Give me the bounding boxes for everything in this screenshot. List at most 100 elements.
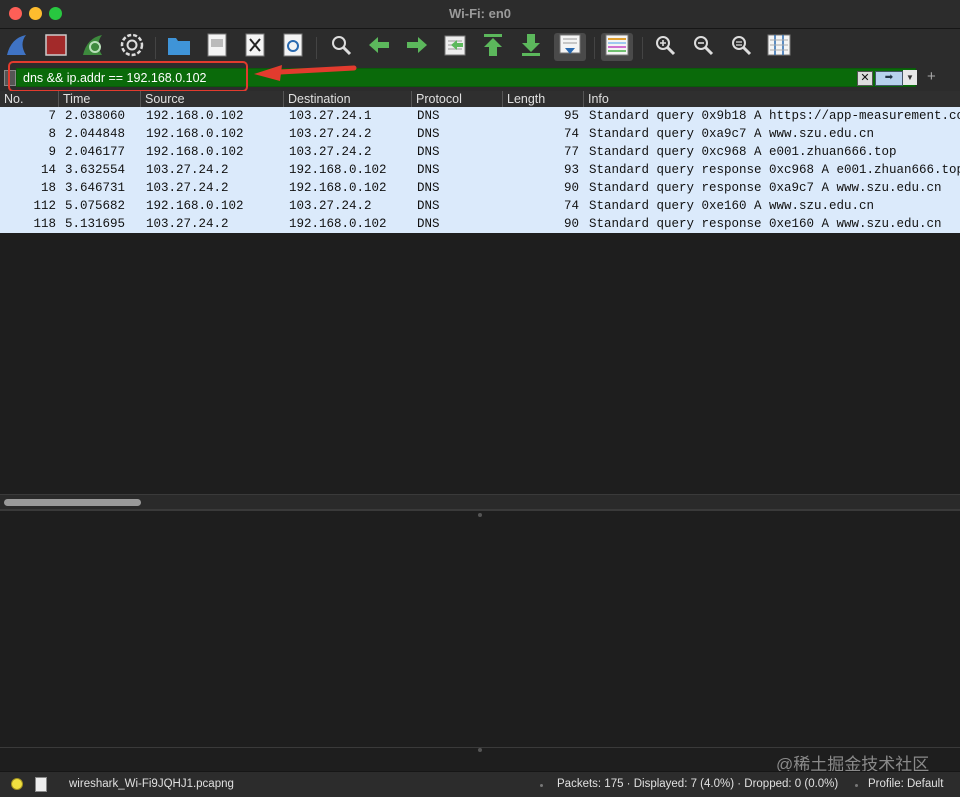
column-header-no[interactable]: No. xyxy=(0,91,59,107)
last-packet-icon xyxy=(520,33,542,62)
normal-size-button[interactable] xyxy=(727,33,755,61)
restart-capture-button[interactable] xyxy=(80,33,108,61)
packet-row[interactable]: 7 2.038060 192.168.0.102 103.27.24.1 DNS… xyxy=(0,107,960,125)
expert-info-led-icon[interactable] xyxy=(11,778,23,790)
title-bar: Wi-Fi: en0 xyxy=(0,0,960,29)
capture-comment-icon[interactable] xyxy=(35,777,47,792)
packet-no: 8 xyxy=(48,127,56,141)
shark-fin-icon xyxy=(5,32,31,63)
magnifier-icon xyxy=(330,34,352,61)
packet-list[interactable]: 7 2.038060 192.168.0.102 103.27.24.1 DNS… xyxy=(0,107,960,494)
packet-time: 3.646731 xyxy=(65,181,126,195)
packet-destination: 192.168.0.102 xyxy=(289,181,387,195)
status-separator xyxy=(540,784,543,787)
resize-columns-icon xyxy=(767,34,791,61)
resize-columns-button[interactable] xyxy=(765,33,793,61)
arrow-right-icon xyxy=(405,35,429,60)
toolbar-separator xyxy=(155,37,156,59)
packet-no: 112 xyxy=(33,199,56,213)
packet-no: 18 xyxy=(40,181,56,195)
packet-row[interactable]: 112 5.075682 192.168.0.102 103.27.24.2 D… xyxy=(0,197,960,215)
splitter-handle[interactable] xyxy=(478,513,482,517)
close-file-button[interactable] xyxy=(241,33,269,61)
packet-protocol: DNS xyxy=(417,127,440,141)
packet-time: 5.131695 xyxy=(65,217,126,231)
packet-row[interactable]: 9 2.046177 192.168.0.102 103.27.24.2 DNS… xyxy=(0,143,960,161)
reload-icon xyxy=(283,33,303,62)
colorize-button[interactable] xyxy=(601,33,633,61)
packet-destination: 103.27.24.1 xyxy=(289,109,372,123)
last-packet-button[interactable] xyxy=(517,33,545,61)
packet-details-pane[interactable] xyxy=(0,510,960,747)
status-bar: wireshark_Wi-Fi9JQHJ1.pcapng Packets: 17… xyxy=(0,771,960,797)
packet-source: 103.27.24.2 xyxy=(146,163,229,177)
profile-selector[interactable]: Profile: Default xyxy=(868,778,943,790)
packet-row[interactable]: 8 2.044848 192.168.0.102 103.27.24.2 DNS… xyxy=(0,125,960,143)
column-header-info[interactable]: Info xyxy=(584,91,960,107)
start-capture-button[interactable] xyxy=(4,33,32,61)
packet-no: 9 xyxy=(48,145,56,159)
packet-time: 3.632554 xyxy=(65,163,126,177)
stop-capture-button[interactable] xyxy=(42,33,70,61)
packet-row[interactable]: 118 5.131695 103.27.24.2 192.168.0.102 D… xyxy=(0,215,960,233)
packet-protocol: DNS xyxy=(417,109,440,123)
packet-info: Standard query response 0xc968 A e001.zh… xyxy=(589,163,960,177)
find-packet-button[interactable] xyxy=(327,33,355,61)
packet-protocol: DNS xyxy=(417,181,440,195)
save-file-button[interactable] xyxy=(203,33,231,61)
packet-info: Standard query 0xc968 A e001.zhuan666.to… xyxy=(589,145,897,159)
go-back-button[interactable] xyxy=(365,33,393,61)
packet-time: 2.044848 xyxy=(65,127,126,141)
packet-time: 2.046177 xyxy=(65,145,126,159)
column-header-length[interactable]: Length xyxy=(503,91,584,107)
packet-destination: 103.27.24.2 xyxy=(289,127,372,141)
zoom-out-button[interactable] xyxy=(689,33,717,61)
packet-source: 192.168.0.102 xyxy=(146,127,244,141)
column-header-destination[interactable]: Destination xyxy=(284,91,412,107)
open-file-button[interactable] xyxy=(165,33,193,61)
packet-protocol: DNS xyxy=(417,163,440,177)
packet-destination: 192.168.0.102 xyxy=(289,217,387,231)
first-packet-button[interactable] xyxy=(479,33,507,61)
packet-destination: 103.27.24.2 xyxy=(289,199,372,213)
packet-protocol: DNS xyxy=(417,145,440,159)
add-filter-button[interactable]: + xyxy=(927,68,936,85)
go-to-packet-button[interactable] xyxy=(441,33,469,61)
main-toolbar xyxy=(0,29,960,65)
arrow-right-icon: ➡ xyxy=(884,72,894,83)
packet-time: 5.075682 xyxy=(65,199,126,213)
reload-file-button[interactable] xyxy=(279,33,307,61)
packet-info: Standard query 0x9b18 A https://app-meas… xyxy=(589,109,960,123)
packet-length: 74 xyxy=(563,199,579,213)
packet-source: 103.27.24.2 xyxy=(146,181,229,195)
colorize-icon xyxy=(605,34,629,61)
zoom-in-button[interactable] xyxy=(651,33,679,61)
close-icon: ✕ xyxy=(860,72,870,84)
hscrollbar-thumb[interactable] xyxy=(4,499,141,506)
packet-info: Standard query 0xe160 A www.szu.edu.cn xyxy=(589,199,875,213)
packet-row[interactable]: 14 3.632554 103.27.24.2 192.168.0.102 DN… xyxy=(0,161,960,179)
packet-destination: 103.27.24.2 xyxy=(289,145,372,159)
zoom-in-icon xyxy=(654,34,676,61)
autoscroll-button[interactable] xyxy=(554,33,586,61)
packet-source: 192.168.0.102 xyxy=(146,109,244,123)
packet-destination: 192.168.0.102 xyxy=(289,163,387,177)
restart-fin-icon xyxy=(81,32,107,63)
recent-filters-dropdown[interactable]: ▼ xyxy=(903,70,917,85)
capture-options-button[interactable] xyxy=(118,33,146,61)
column-header-source[interactable]: Source xyxy=(141,91,284,107)
splitter-handle[interactable] xyxy=(478,748,482,752)
packet-row[interactable]: 18 3.646731 103.27.24.2 192.168.0.102 DN… xyxy=(0,179,960,197)
column-header-protocol[interactable]: Protocol xyxy=(412,91,503,107)
column-header-time[interactable]: Time xyxy=(59,91,141,107)
apply-filter-button[interactable]: ➡ xyxy=(875,71,903,86)
packet-length: 93 xyxy=(563,163,579,177)
packet-list-header: No. Time Source Destination Protocol Len… xyxy=(0,91,960,108)
toolbar-separator xyxy=(316,37,317,59)
clear-filter-button[interactable]: ✕ xyxy=(857,71,873,86)
packet-protocol: DNS xyxy=(417,217,440,231)
go-forward-button[interactable] xyxy=(403,33,431,61)
packet-list-hscrollbar[interactable] xyxy=(0,494,960,510)
packet-no: 118 xyxy=(33,217,56,231)
autoscroll-icon xyxy=(558,33,582,62)
